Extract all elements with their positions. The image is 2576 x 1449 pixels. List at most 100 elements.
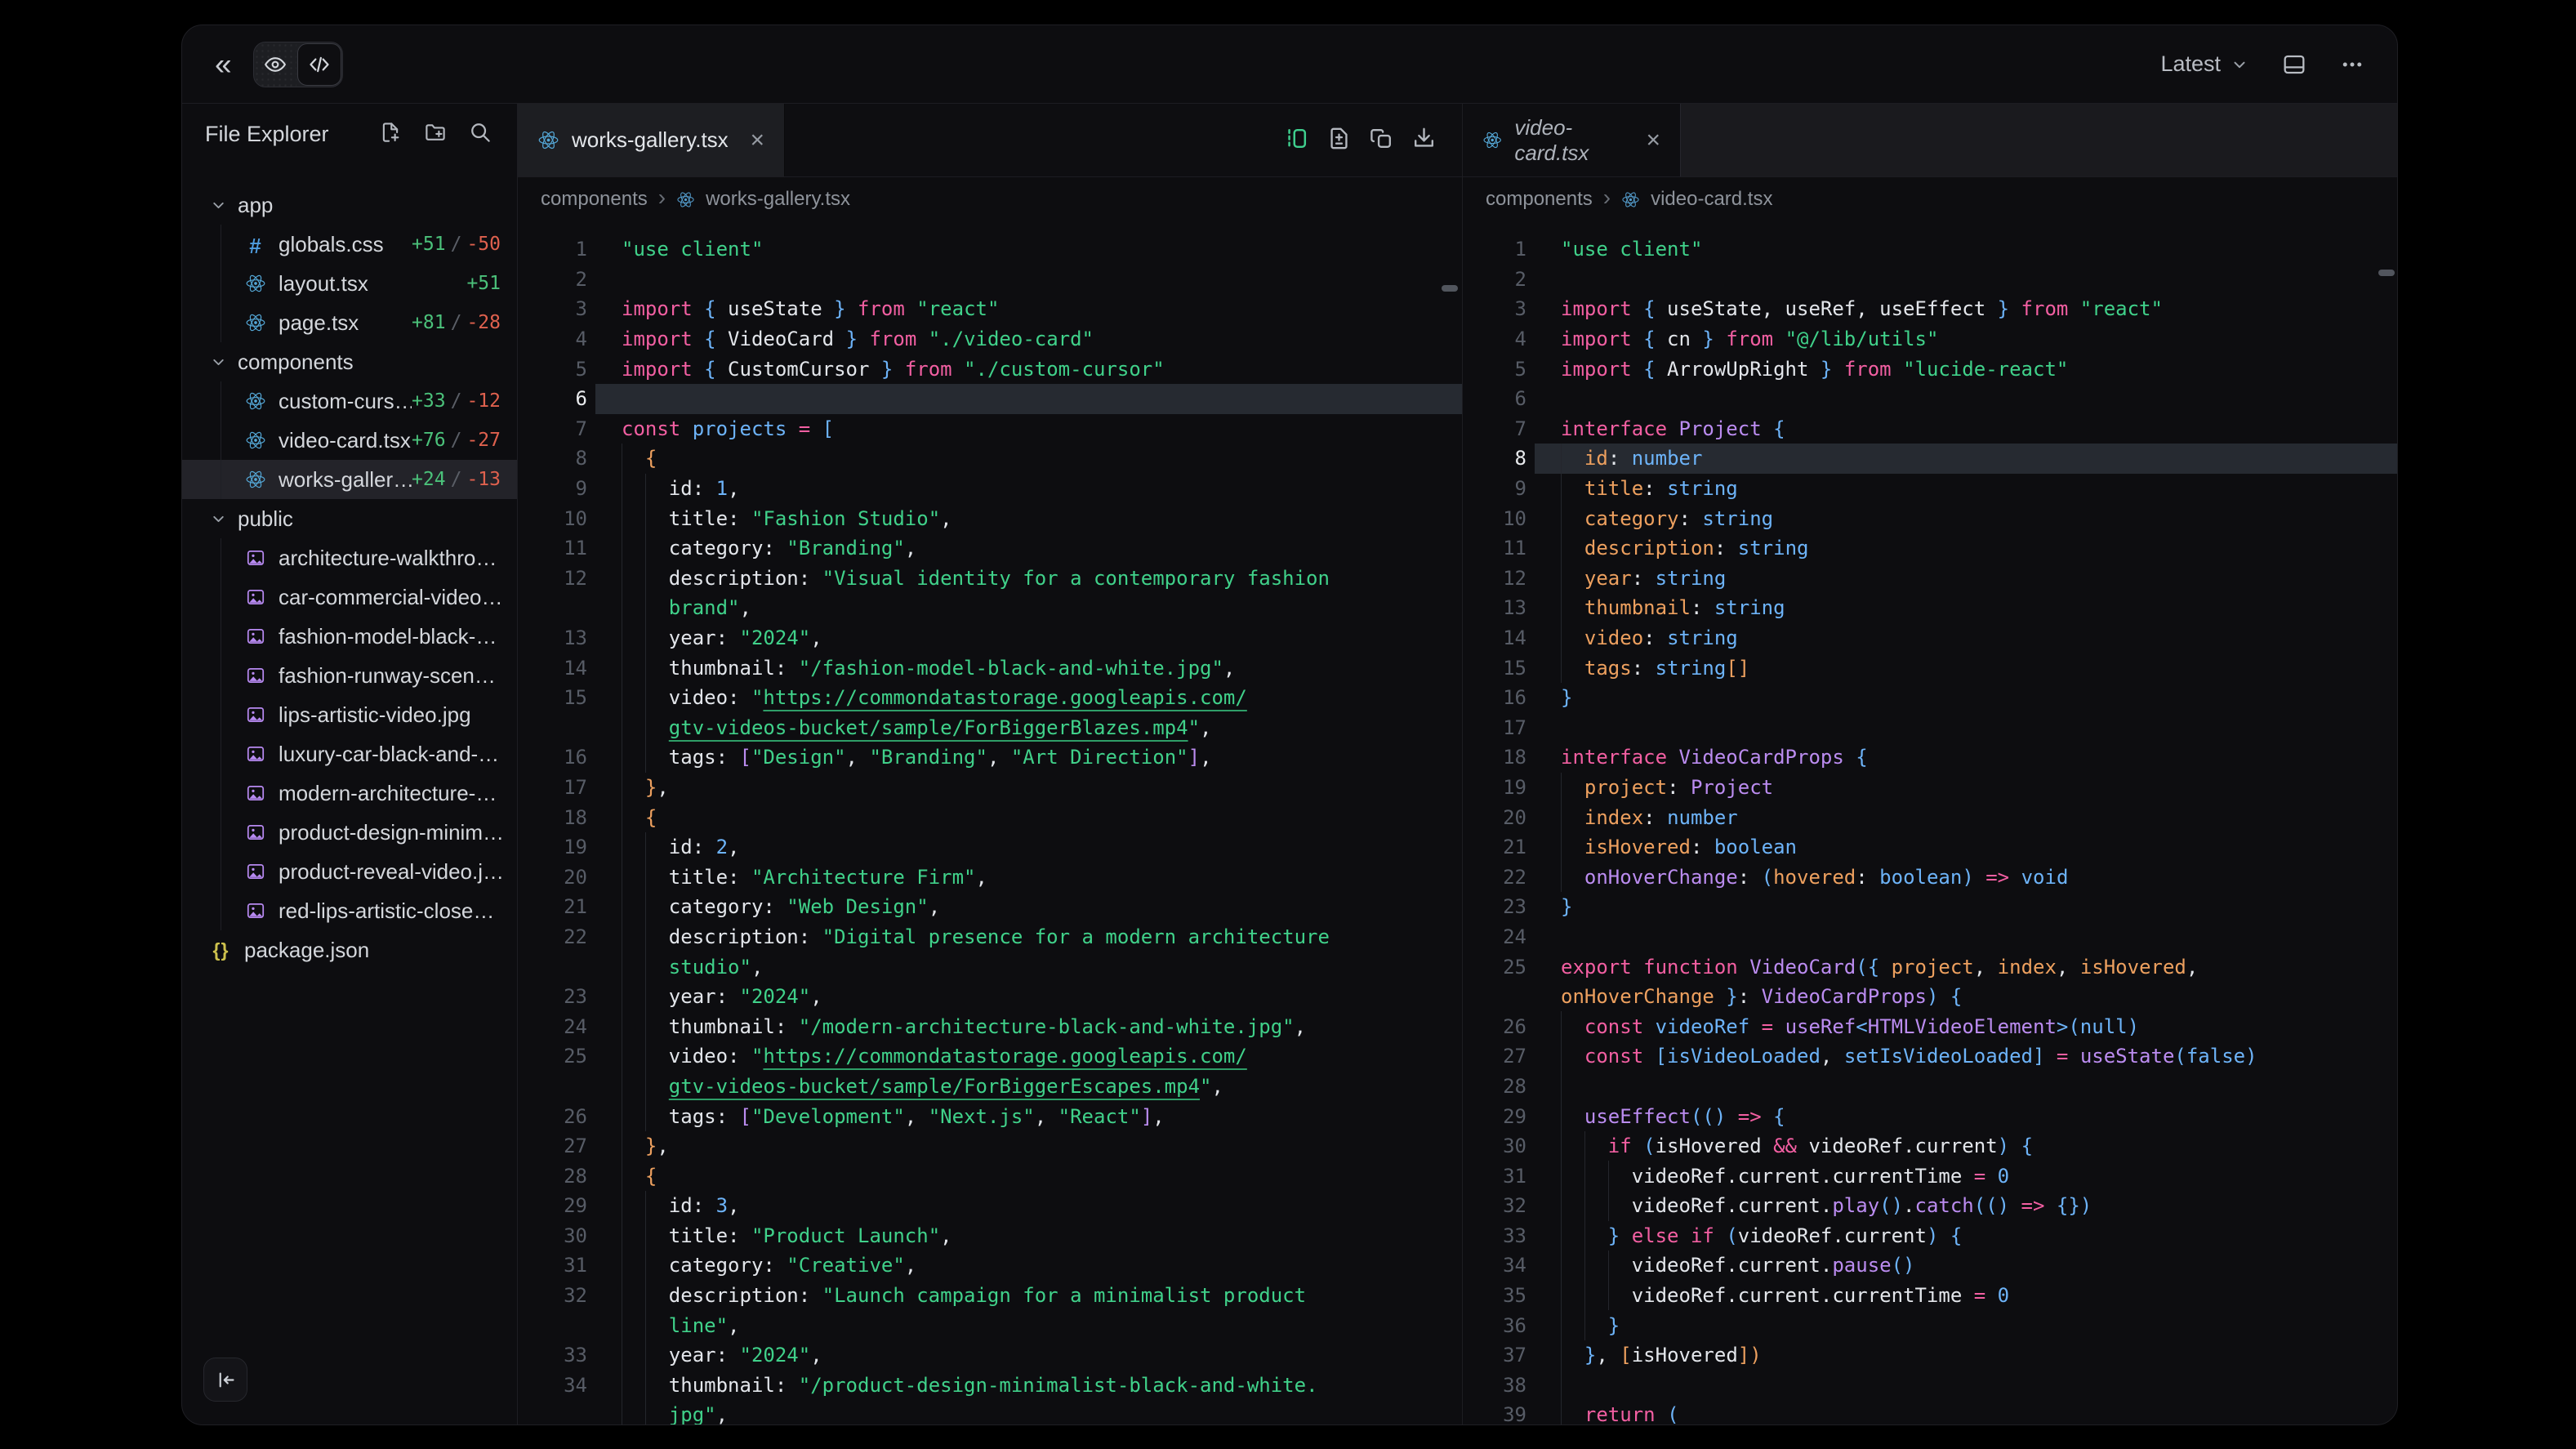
breadcrumb-folder[interactable]: components: [1486, 188, 1593, 211]
code-line: 28 {: [518, 1161, 1462, 1191]
breadcrumb-folder[interactable]: components: [541, 188, 648, 211]
copy-icon[interactable]: [1368, 125, 1395, 156]
desktop-background: « Latest: [0, 0, 2576, 1449]
code-line: gtv-videos-bucket/sample/ForBiggerBlazes…: [518, 713, 1462, 743]
tree-item[interactable]: fashion-model-black-…: [182, 617, 517, 656]
breadcrumb: components › video-card.tsx: [1463, 177, 2397, 221]
line-number: 25: [1463, 952, 1526, 982]
tree-item[interactable]: car-commercial-video…: [182, 577, 517, 617]
line-number: 18: [1463, 742, 1526, 773]
tree-item[interactable]: architecture-walkthro…: [182, 538, 517, 577]
file-diff-icon[interactable]: [1326, 125, 1353, 156]
view-toggle[interactable]: [253, 42, 343, 87]
tree-item[interactable]: red-lips-artistic-close…: [182, 891, 517, 930]
breadcrumb-file[interactable]: works-gallery.tsx: [706, 188, 850, 211]
line-number: 13: [1463, 593, 1526, 623]
new-folder-icon[interactable]: [423, 120, 448, 149]
tree-item-label: luxury-car-black-and-…: [279, 742, 499, 767]
react-icon: [244, 273, 266, 295]
code-line: line",: [518, 1310, 1462, 1340]
more-menu-icon[interactable]: [2340, 52, 2364, 77]
code-line: 15 video: "https://commondatastorage.goo…: [518, 683, 1462, 713]
tree-folder-public[interactable]: public: [182, 499, 517, 538]
tree-item[interactable]: fashion-runway-scen…: [182, 656, 517, 695]
line-number: 8: [1463, 444, 1526, 474]
preview-eye-icon[interactable]: [254, 42, 296, 87]
chevron-down-icon: [210, 197, 227, 214]
line-number: 2: [518, 265, 587, 295]
tree-item[interactable]: custom-curs…+33/-12: [182, 381, 517, 421]
tree-item[interactable]: {}package.json: [182, 930, 517, 970]
tree-folder-components[interactable]: components: [182, 342, 517, 381]
scrollbar-thumb[interactable]: [2378, 270, 2395, 276]
tree-item[interactable]: lips-artistic-video.jpg: [182, 695, 517, 734]
tree-item[interactable]: product-design-minim…: [182, 813, 517, 852]
line-number: 19: [1463, 773, 1526, 803]
code-line: 7const projects = [: [518, 414, 1462, 444]
download-icon[interactable]: [1411, 125, 1437, 156]
collapse-sidebar-button[interactable]: [203, 1358, 247, 1402]
tree-item[interactable]: layout.tsx+51: [182, 264, 517, 303]
tab-works-gallery[interactable]: works-gallery.tsx ×: [518, 104, 785, 176]
image-icon: [244, 704, 266, 726]
line-number: 11: [1463, 533, 1526, 564]
code-line: 24 thumbnail: "/modern-architecture-blac…: [518, 1011, 1462, 1041]
collapse-left-icon: [215, 1369, 237, 1391]
line-number: 31: [518, 1251, 587, 1281]
tree-folder-app[interactable]: app: [182, 185, 517, 225]
close-icon[interactable]: ×: [1646, 128, 1660, 153]
line-number: 29: [518, 1191, 587, 1221]
code-line: 2: [518, 265, 1462, 295]
code-line: 12 description: "Visual identity for a c…: [518, 564, 1462, 594]
panel-bottom-icon[interactable]: [2281, 51, 2307, 78]
code-line: 14 video: string: [1463, 623, 2397, 653]
split-diff-icon[interactable]: [1283, 125, 1310, 156]
code-line: 19 project: Project: [1463, 773, 2397, 803]
close-icon[interactable]: ×: [750, 128, 764, 153]
line-number: 7: [1463, 414, 1526, 444]
code-view-icon[interactable]: [297, 43, 341, 86]
new-file-icon[interactable]: [378, 120, 403, 149]
scrollbar-thumb[interactable]: [1442, 285, 1458, 292]
code-line: 6: [518, 384, 1462, 414]
tree-item[interactable]: video-card.tsx+76/-27: [182, 421, 517, 460]
tab-video-card[interactable]: video-card.tsx ×: [1463, 104, 1681, 176]
line-number: 21: [518, 892, 587, 922]
breadcrumb-file[interactable]: video-card.tsx: [1651, 188, 1772, 211]
tree-item[interactable]: #globals.css+51/-50: [182, 225, 517, 264]
tree-item[interactable]: luxury-car-black-and-…: [182, 734, 517, 774]
file-tree: app#globals.css+51/-50layout.tsx+51page.…: [182, 164, 517, 970]
tree-item[interactable]: works-galler…+24/-13: [182, 460, 517, 499]
search-icon[interactable]: [468, 120, 492, 149]
code-line: brand",: [518, 593, 1462, 623]
code-line: 15 tags: string[]: [1463, 653, 2397, 683]
code-line: 12 year: string: [1463, 564, 2397, 594]
file-explorer-sidebar: File Explorer app#globals.css+51/-50layo…: [182, 104, 518, 1424]
code-line: 17 },: [518, 773, 1462, 803]
react-icon: [1482, 129, 1502, 151]
code-line: 16}: [1463, 683, 2397, 713]
code-line: 21 category: "Web Design",: [518, 892, 1462, 922]
code-line: 25export function VideoCard({ project, i…: [1463, 952, 2397, 982]
react-icon: [244, 430, 266, 452]
tree-item-label: lips-artistic-video.jpg: [279, 702, 471, 728]
code-editor[interactable]: 1"use client"23import { useState, useRef…: [1463, 221, 2397, 1424]
version-dropdown[interactable]: Latest: [2160, 51, 2248, 77]
line-number: 32: [518, 1281, 587, 1311]
code-line: 26 const videoRef = useRef<HTMLVideoElem…: [1463, 1011, 2397, 1041]
tree-item[interactable]: product-reveal-video.j…: [182, 852, 517, 891]
tree-item-label: product-design-minim…: [279, 820, 504, 845]
tree-item-label: fashion-runway-scen…: [279, 663, 496, 689]
tree-item[interactable]: modern-architecture-…: [182, 774, 517, 813]
code-line: 39 return (: [1463, 1400, 2397, 1424]
line-number: 39: [1463, 1400, 1526, 1424]
line-number: 26: [1463, 1011, 1526, 1041]
line-number: 18: [518, 802, 587, 832]
line-number: 1: [1463, 234, 1526, 265]
code-line: 30 if (isHovered && videoRef.current) {: [1463, 1131, 2397, 1161]
code-editor[interactable]: 1"use client"23import { useState } from …: [518, 221, 1462, 1424]
line-number: 34: [1463, 1251, 1526, 1281]
tree-item[interactable]: page.tsx+81/-28: [182, 303, 517, 342]
collapse-panel-icon[interactable]: «: [215, 49, 232, 79]
code-line: 13 thumbnail: string: [1463, 593, 2397, 623]
